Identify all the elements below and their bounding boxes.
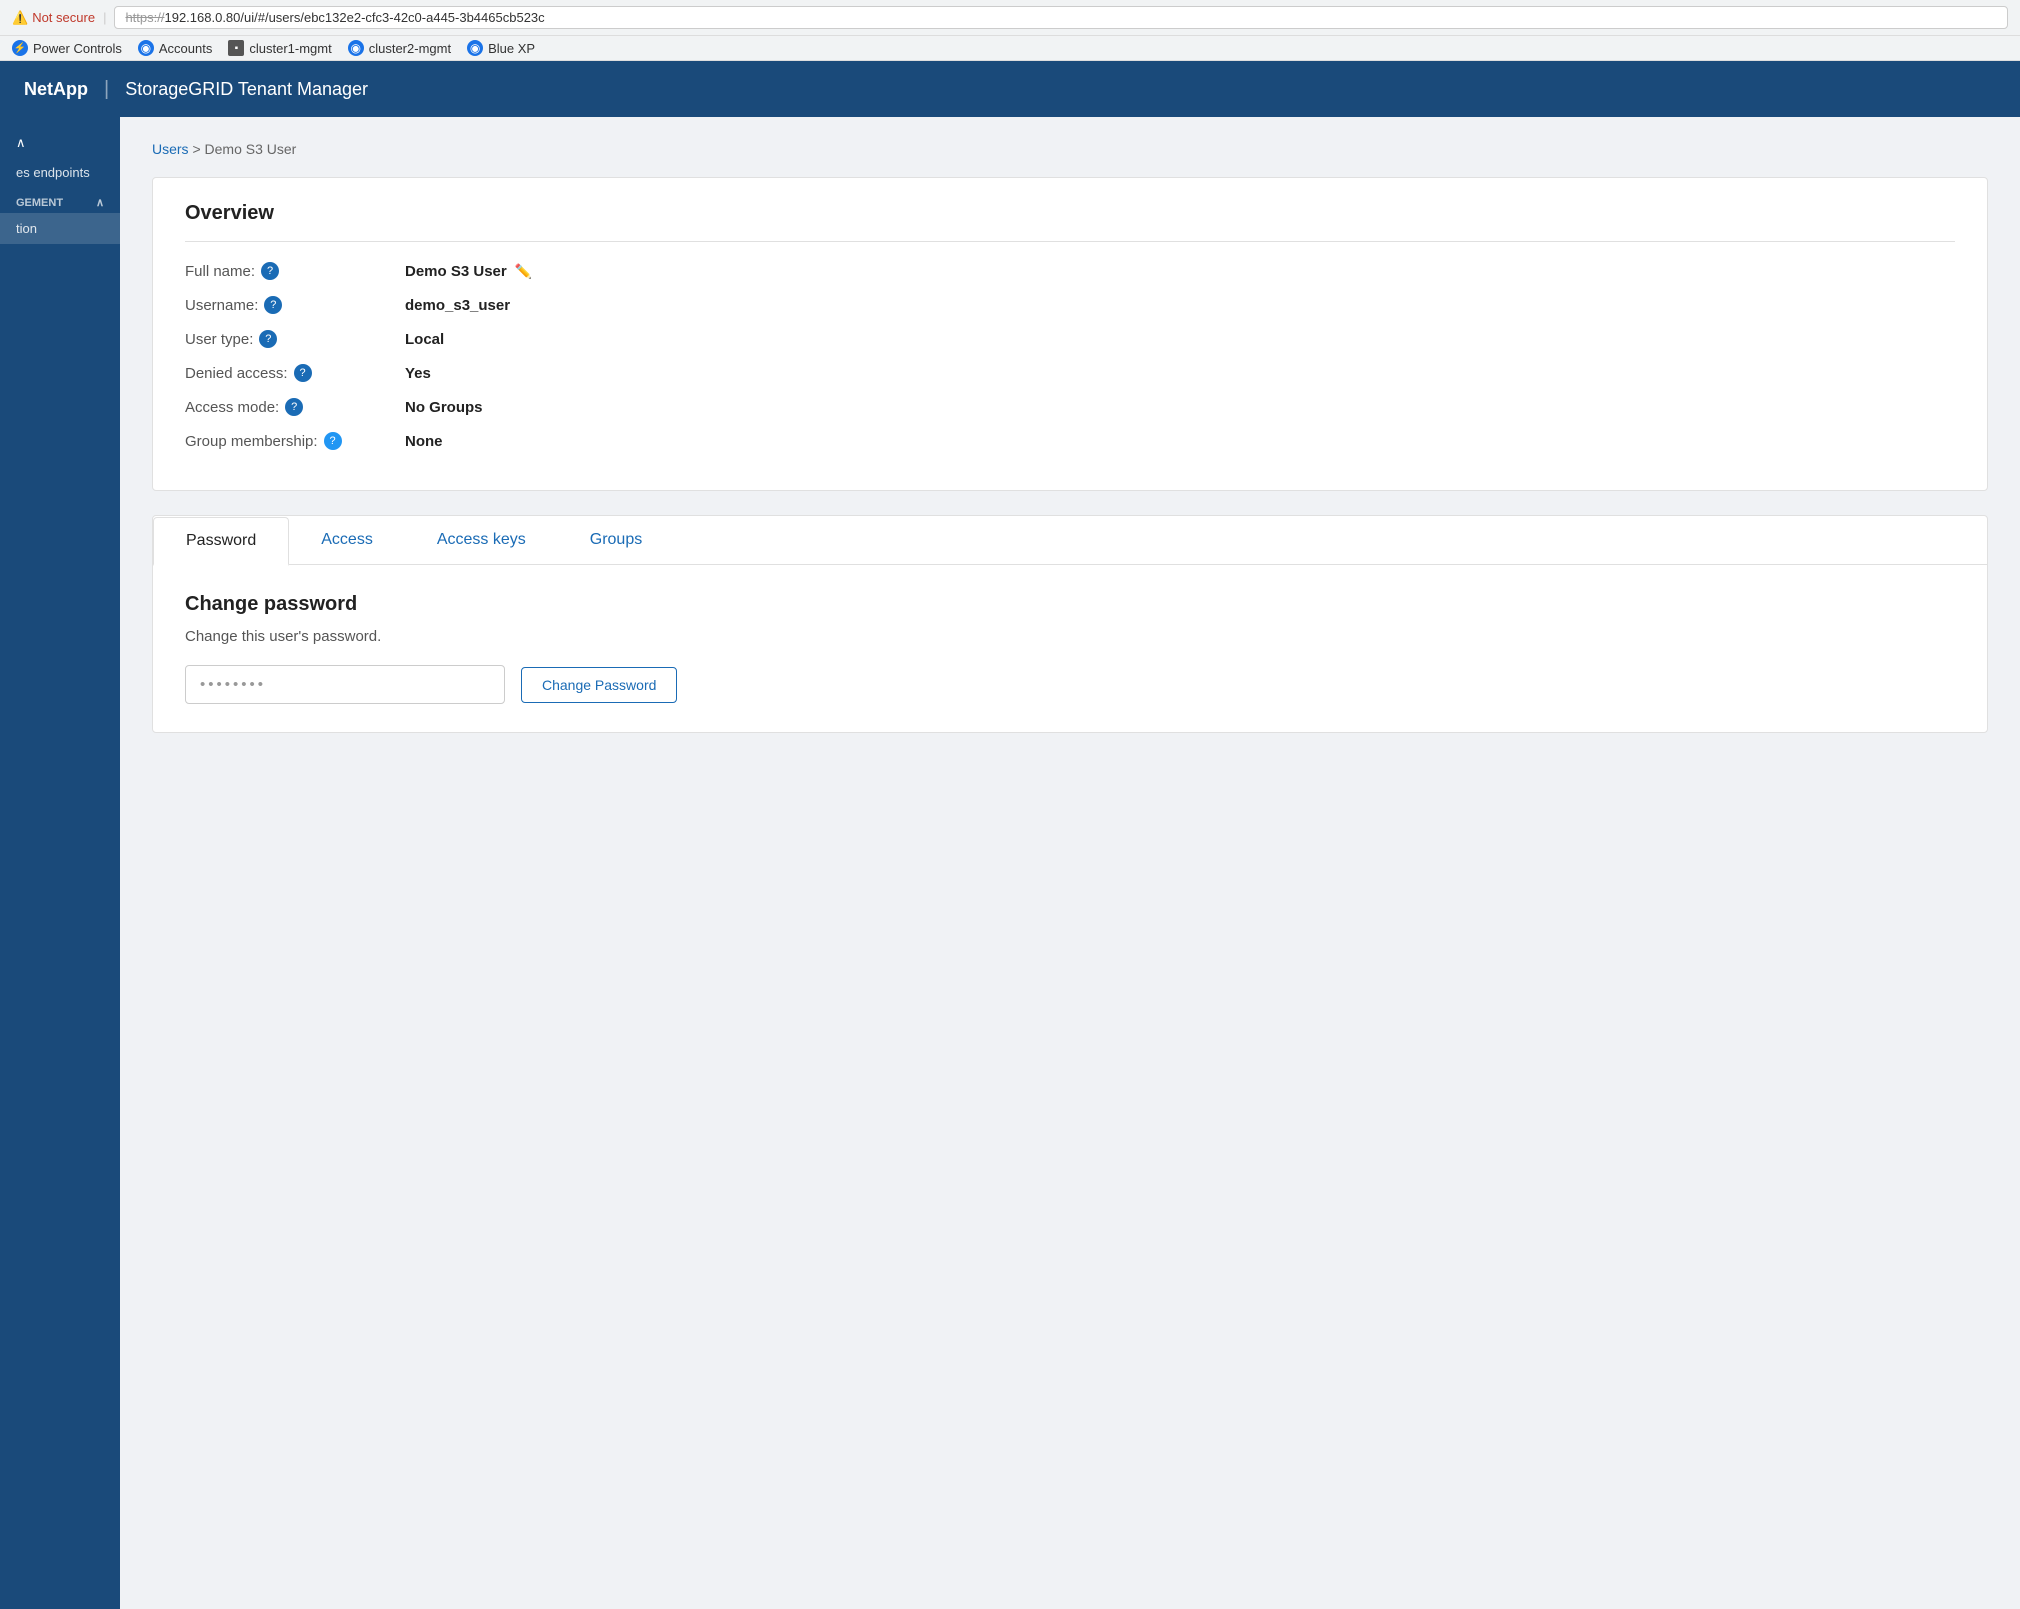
power-controls-icon: ⚡ [12, 40, 28, 56]
tab-access-label: Access [321, 531, 373, 548]
brand-logo: NetApp [24, 79, 88, 100]
bookmark-cluster2-mgmt-label: cluster2-mgmt [369, 41, 451, 56]
overview-row-fullname: Full name: ? Demo S3 User ✏️ [185, 262, 1955, 280]
denied-access-value: Yes [405, 365, 431, 382]
bookmark-cluster1-mgmt-label: cluster1-mgmt [249, 41, 331, 56]
overview-value-usertype: Local [405, 331, 444, 348]
username-value: demo_s3_user [405, 297, 510, 314]
tab-access[interactable]: Access [289, 517, 405, 565]
password-input[interactable] [185, 665, 505, 704]
breadcrumb-separator: > [192, 141, 204, 157]
access-mode-value: No Groups [405, 399, 483, 416]
url-path: 192.168.0.80/ui/#/users/ebc132e2-cfc3-42… [164, 10, 544, 25]
overview-card: Overview Full name: ? Demo S3 User ✏️ Us… [152, 177, 1988, 491]
tabs-section: Password Access Access keys Groups Chang… [152, 515, 1988, 733]
browser-bar: ⚠️ Not secure | https://192.168.0.80/ui/… [0, 0, 2020, 36]
overview-label-access-mode: Access mode: ? [185, 398, 405, 416]
tab-groups-label: Groups [590, 531, 642, 548]
overview-label-username: Username: ? [185, 296, 405, 314]
blue-xp-icon: ◉ [467, 40, 483, 56]
sidebar-management-label: GEMENT [16, 197, 63, 209]
change-password-title: Change password [185, 593, 1955, 616]
not-secure-indicator: ⚠️ Not secure [12, 10, 95, 26]
bookmarks-bar: ⚡ Power Controls ◉ Accounts ▪ cluster1-m… [0, 36, 2020, 61]
overview-denied-access-text: Denied access: [185, 365, 288, 382]
overview-row-usertype: User type: ? Local [185, 330, 1955, 348]
main-layout: ∧ es endpoints GEMENT ∧ tion Users > Dem… [0, 117, 2020, 1609]
change-password-description: Change this user's password. [185, 628, 1955, 645]
url-separator: | [103, 10, 106, 25]
content-area: Users > Demo S3 User Overview Full name:… [120, 117, 2020, 1609]
fullname-help-icon[interactable]: ? [261, 262, 279, 280]
app-title: StorageGRID Tenant Manager [125, 79, 368, 100]
change-password-button[interactable]: Change Password [521, 667, 677, 703]
overview-label-group-membership: Group membership: ? [185, 432, 405, 450]
accounts-icon: ◉ [138, 40, 154, 56]
bookmark-blue-xp[interactable]: ◉ Blue XP [467, 40, 535, 56]
sidebar-active-label: tion [16, 221, 37, 236]
group-membership-help-icon[interactable]: ? [324, 432, 342, 450]
url-strikethrough: https:// [125, 10, 164, 25]
usertype-value: Local [405, 331, 444, 348]
breadcrumb-parent-link[interactable]: Users [152, 141, 189, 157]
header-divider: | [104, 78, 109, 101]
overview-username-text: Username: [185, 297, 258, 314]
tab-access-keys[interactable]: Access keys [405, 517, 558, 565]
fullname-edit-icon[interactable]: ✏️ [515, 263, 532, 280]
overview-fullname-text: Full name: [185, 263, 255, 280]
overview-value-access-mode: No Groups [405, 399, 483, 416]
overview-row-access-mode: Access mode: ? No Groups [185, 398, 1955, 416]
overview-label-denied-access: Denied access: ? [185, 364, 405, 382]
overview-label-fullname: Full name: ? [185, 262, 405, 280]
overview-value-denied-access: Yes [405, 365, 431, 382]
overview-row-denied-access: Denied access: ? Yes [185, 364, 1955, 382]
bookmark-cluster1-mgmt[interactable]: ▪ cluster1-mgmt [228, 40, 331, 56]
sidebar-collapse-toggle[interactable]: ∧ [0, 127, 120, 159]
overview-usertype-text: User type: [185, 331, 253, 348]
denied-access-help-icon[interactable]: ? [294, 364, 312, 382]
access-mode-help-icon[interactable]: ? [285, 398, 303, 416]
overview-label-usertype: User type: ? [185, 330, 405, 348]
warning-icon: ⚠️ [12, 10, 28, 26]
overview-access-mode-text: Access mode: [185, 399, 279, 416]
bookmark-accounts[interactable]: ◉ Accounts [138, 40, 212, 56]
overview-title: Overview [185, 202, 1955, 242]
tabs-header: Password Access Access keys Groups [153, 516, 1987, 565]
sidebar: ∧ es endpoints GEMENT ∧ tion [0, 117, 120, 1609]
sidebar-item-endpoints[interactable]: es endpoints [0, 159, 120, 186]
overview-row-username: Username: ? demo_s3_user [185, 296, 1955, 314]
overview-value-fullname: Demo S3 User ✏️ [405, 263, 532, 280]
collapse-icon: ∧ [16, 135, 26, 151]
bookmark-power-controls-label: Power Controls [33, 41, 122, 56]
password-row: Change Password [185, 665, 1955, 704]
sidebar-item-active[interactable]: tion [0, 213, 120, 244]
breadcrumb-current: Demo S3 User [205, 141, 297, 157]
breadcrumb: Users > Demo S3 User [152, 141, 1988, 157]
group-membership-value: None [405, 433, 443, 450]
overview-value-username: demo_s3_user [405, 297, 510, 314]
bookmark-power-controls[interactable]: ⚡ Power Controls [12, 40, 122, 56]
overview-group-membership-text: Group membership: [185, 433, 318, 450]
sidebar-endpoints-label: es endpoints [16, 165, 90, 180]
tab-password[interactable]: Password [153, 517, 289, 566]
tab-access-keys-label: Access keys [437, 531, 526, 548]
tab-groups[interactable]: Groups [558, 517, 674, 565]
bookmark-accounts-label: Accounts [159, 41, 212, 56]
cluster1-mgmt-icon: ▪ [228, 40, 244, 56]
sidebar-management-toggle-icon: ∧ [96, 196, 104, 209]
cluster2-mgmt-icon: ◉ [348, 40, 364, 56]
app-header: NetApp | StorageGRID Tenant Manager [0, 61, 2020, 117]
not-secure-label: Not secure [32, 10, 95, 25]
overview-row-group-membership: Group membership: ? None [185, 432, 1955, 450]
tab-content-password: Change password Change this user's passw… [153, 565, 1987, 732]
tab-password-label: Password [186, 532, 256, 549]
bookmark-cluster2-mgmt[interactable]: ◉ cluster2-mgmt [348, 40, 451, 56]
usertype-help-icon[interactable]: ? [259, 330, 277, 348]
bookmark-blue-xp-label: Blue XP [488, 41, 535, 56]
username-help-icon[interactable]: ? [264, 296, 282, 314]
overview-value-group-membership: None [405, 433, 443, 450]
sidebar-management-header[interactable]: GEMENT ∧ [0, 186, 120, 213]
fullname-value: Demo S3 User [405, 263, 507, 280]
url-bar[interactable]: https://192.168.0.80/ui/#/users/ebc132e2… [114, 6, 2008, 29]
